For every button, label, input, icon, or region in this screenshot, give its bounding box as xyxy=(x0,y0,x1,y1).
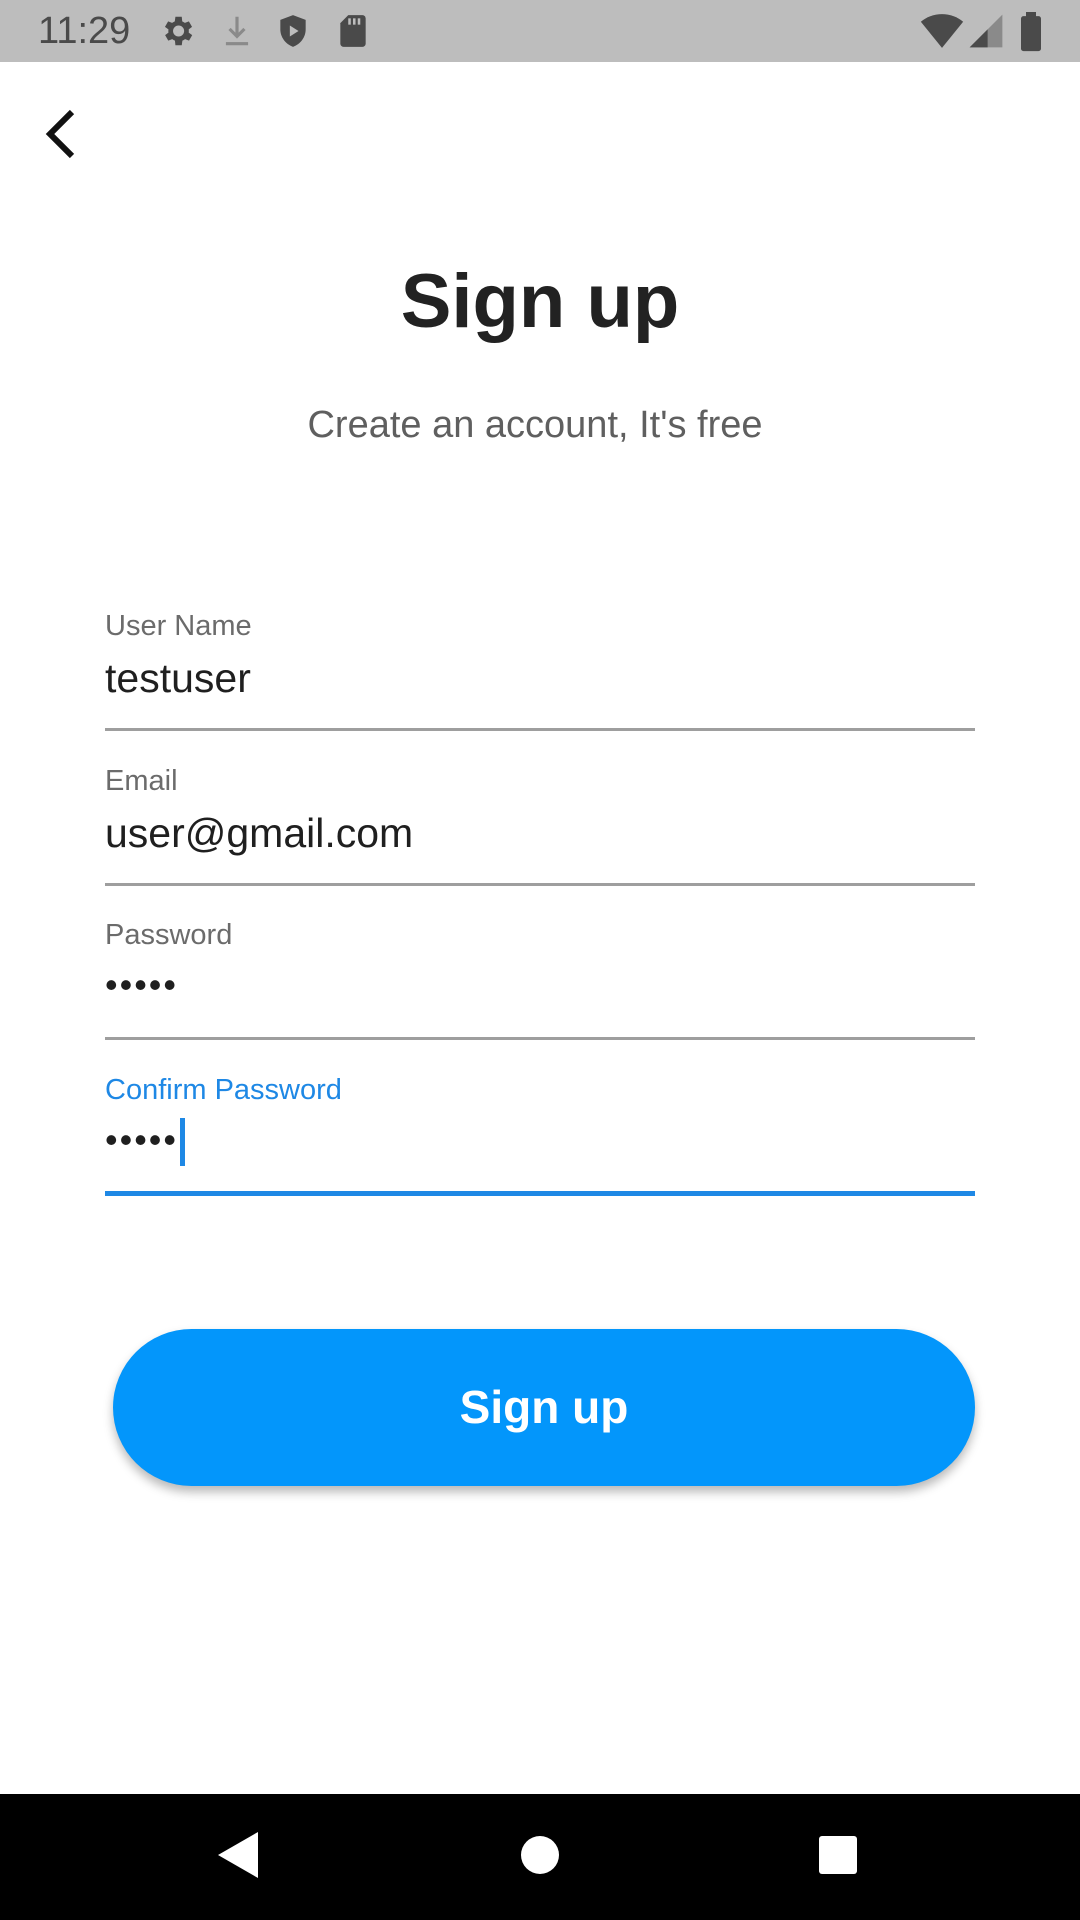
chevron-left-icon xyxy=(40,108,80,165)
shield-icon xyxy=(274,12,312,50)
confirm-password-underline xyxy=(105,1191,975,1196)
confirm-password-input[interactable]: ••••• xyxy=(105,1114,186,1167)
settings-icon xyxy=(158,12,196,50)
page-subtitle: Create an account, It's free xyxy=(307,404,763,446)
text-cursor xyxy=(180,1118,186,1167)
back-triangle-icon xyxy=(216,1830,260,1885)
signal-icon xyxy=(968,12,1004,50)
confirm-password-field[interactable]: Confirm Password ••••• xyxy=(105,1072,975,1224)
home-circle-icon xyxy=(520,1835,560,1880)
password-value[interactable]: ••••• xyxy=(105,959,178,1011)
confirm-password-label: Confirm Password xyxy=(105,1074,342,1106)
confirm-password-value: ••••• xyxy=(105,1119,179,1160)
status-bar: 11:29 xyxy=(0,0,1080,62)
recents-square-icon xyxy=(818,1835,858,1880)
password-field[interactable]: Password ••••• xyxy=(105,917,975,1069)
email-value[interactable]: user@gmail.com xyxy=(105,807,413,859)
back-button[interactable] xyxy=(28,96,92,176)
username-value[interactable]: testuser xyxy=(105,652,251,704)
username-underline xyxy=(105,728,975,731)
nav-home-button[interactable] xyxy=(505,1822,575,1892)
signup-screen: 11:29 Sign up Create an account, It's fr… xyxy=(0,0,1080,1920)
signup-button[interactable]: Sign up xyxy=(113,1329,975,1486)
battery-icon xyxy=(1018,12,1044,52)
password-underline xyxy=(105,1037,975,1040)
sd-card-icon xyxy=(334,12,372,50)
status-time: 11:29 xyxy=(38,10,131,52)
password-label: Password xyxy=(105,919,233,951)
nav-recents-button[interactable] xyxy=(803,1822,873,1892)
navigation-bar xyxy=(0,1794,1080,1920)
download-icon xyxy=(218,12,256,50)
username-label: User Name xyxy=(105,610,252,642)
nav-back-button[interactable] xyxy=(203,1822,273,1892)
username-field[interactable]: User Name testuser xyxy=(105,608,975,760)
email-field[interactable]: Email user@gmail.com xyxy=(105,763,975,915)
wifi-icon xyxy=(920,12,964,50)
email-underline xyxy=(105,883,975,886)
page-title: Sign up xyxy=(400,259,680,344)
email-label: Email xyxy=(105,765,178,797)
